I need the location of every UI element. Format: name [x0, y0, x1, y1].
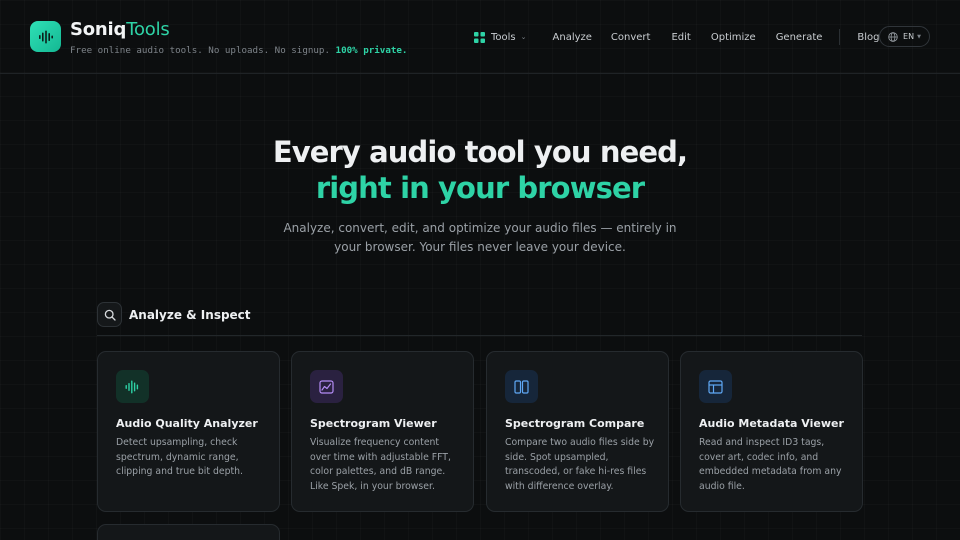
nav-item-convert[interactable]: Convert — [611, 32, 651, 43]
tagline: Free online audio tools. No uploads. No … — [70, 45, 407, 56]
hero-title-line1: Every audio tool you need, — [272, 135, 688, 169]
nav-divider — [839, 29, 841, 45]
search-icon — [97, 302, 122, 327]
chevron-down-icon: ⌄ — [520, 33, 527, 41]
columns-icon — [505, 370, 538, 403]
chevron-down-icon: ▼ — [917, 33, 921, 40]
tool-card-audio-quality-analyzer[interactable]: Audio Quality Analyzer Detect upsampling… — [97, 351, 280, 512]
card-title: Audio Quality Analyzer — [116, 417, 258, 430]
tool-card-spectrogram-compare[interactable]: Spectrogram Compare Compare two audio fi… — [486, 351, 669, 512]
card-title: Spectrogram Viewer — [310, 417, 437, 430]
waveform-icon — [116, 370, 149, 403]
hero-title: Every audio tool you need, right in your… — [0, 134, 960, 206]
nav-item-generate[interactable]: Generate — [776, 32, 823, 43]
language-selector[interactable]: EN ▼ — [879, 26, 930, 47]
hero-title-line2: right in your browser — [315, 171, 645, 205]
brand-name-part2: Tools — [126, 19, 170, 40]
tagline-main: Free online audio tools. No uploads. No … — [70, 45, 330, 56]
grid-icon — [474, 31, 485, 43]
main-nav: Tools ⌄ Analyze Convert Edit Optimize Ge… — [474, 27, 880, 47]
section-divider — [97, 335, 862, 336]
section-title: Analyze & Inspect — [129, 307, 251, 322]
card-description: Read and inspect ID3 tags, cover art, co… — [699, 437, 842, 492]
nav-tools-dropdown[interactable]: Tools ⌄ — [474, 31, 527, 43]
brand-name-part1: Soniq — [70, 19, 127, 40]
waveform-icon — [30, 21, 61, 52]
card-description: Visualize frequency content over time wi… — [310, 437, 451, 492]
nav-item-blog[interactable]: Blog — [857, 32, 879, 43]
tool-card-next[interactable] — [97, 524, 280, 540]
card-description: Compare two audio files side by side. Sp… — [505, 437, 655, 492]
nav-item-edit[interactable]: Edit — [671, 32, 690, 43]
language-label: EN — [903, 32, 915, 41]
card-description: Detect upsampling, check spectrum, dynam… — [116, 437, 243, 478]
hero-subtitle: Analyze, convert, edit, and optimize you… — [283, 221, 677, 254]
card-title: Spectrogram Compare — [505, 417, 645, 430]
brand-name: SoniqTools — [70, 19, 407, 41]
section-header: Analyze & Inspect — [97, 302, 251, 327]
nav-item-analyze[interactable]: Analyze — [553, 32, 592, 43]
card-title: Audio Metadata Viewer — [699, 417, 844, 430]
site-header: SoniqTools Free online audio tools. No u… — [0, 0, 960, 74]
nav-tools-label: Tools — [491, 31, 516, 43]
tool-card-spectrogram-viewer[interactable]: Spectrogram Viewer Visualize frequency c… — [291, 351, 474, 512]
nav-item-optimize[interactable]: Optimize — [711, 32, 756, 43]
tool-card-audio-metadata-viewer[interactable]: Audio Metadata Viewer Read and inspect I… — [680, 351, 863, 512]
tagline-highlight: 100% private. — [335, 45, 408, 56]
chart-image-icon — [310, 370, 343, 403]
globe-icon — [888, 31, 898, 42]
brand[interactable]: SoniqTools Free online audio tools. No u… — [30, 19, 407, 56]
layout-icon — [699, 370, 732, 403]
